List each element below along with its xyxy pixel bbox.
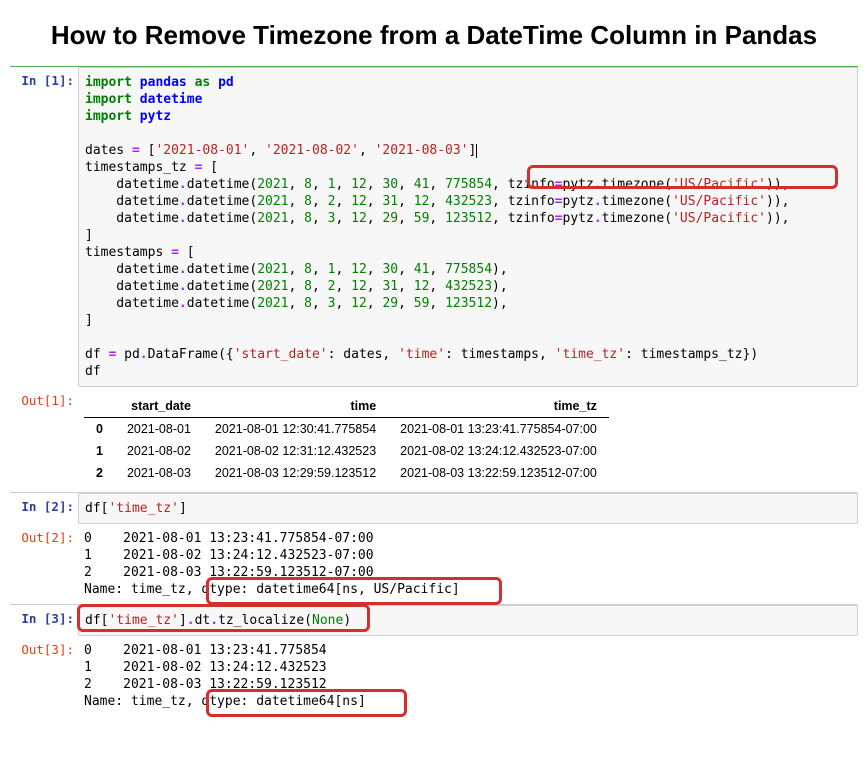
df-header-index xyxy=(84,395,115,418)
code-input-3[interactable]: df['time_tz'].dt.tz_localize(None) xyxy=(78,605,858,636)
cursor-icon xyxy=(476,144,477,158)
code-input-2[interactable]: df['time_tz'] xyxy=(78,493,858,524)
output-2: 0 2021-08-01 13:23:41.775854-07:00 1 202… xyxy=(78,524,858,604)
table-row: 2 2021-08-03 2021-08-03 12:29:59.123512 … xyxy=(84,462,609,484)
cell-1: In [1]: import pandas as pd import datet… xyxy=(10,66,858,387)
out-prompt-1: Out[1]: xyxy=(10,387,78,492)
table-row: 1 2021-08-02 2021-08-02 12:31:12.432523 … xyxy=(84,440,609,462)
in-prompt-1: In [1]: xyxy=(10,67,78,387)
page-title: How to Remove Timezone from a DateTime C… xyxy=(10,20,858,51)
in-prompt-2: In [2]: xyxy=(10,493,78,524)
output-3: 0 2021-08-01 13:23:41.775854 1 2021-08-0… xyxy=(78,636,858,716)
cell-2: In [2]: df['time_tz'] xyxy=(10,492,858,524)
out-prompt-3: Out[3]: xyxy=(10,636,78,716)
cell-3: In [3]: df['time_tz'].dt.tz_localize(Non… xyxy=(10,604,858,636)
code-input-1[interactable]: import pandas as pd import datetime impo… xyxy=(78,67,858,387)
cell-out-2: Out[2]: 0 2021-08-01 13:23:41.775854-07:… xyxy=(10,524,858,604)
df-header-time: time xyxy=(203,395,388,418)
df-header-time-tz: time_tz xyxy=(388,395,609,418)
cell-out-1: Out[1]: start_date time time_tz 0 2021-0… xyxy=(10,387,858,492)
cell-out-3: Out[3]: 0 2021-08-01 13:23:41.775854 1 2… xyxy=(10,636,858,716)
df-header-start-date: start_date xyxy=(115,395,203,418)
in-prompt-3: In [3]: xyxy=(10,605,78,636)
dataframe-output: start_date time time_tz 0 2021-08-01 202… xyxy=(84,395,609,484)
out-prompt-2: Out[2]: xyxy=(10,524,78,604)
table-row: 0 2021-08-01 2021-08-01 12:30:41.775854 … xyxy=(84,418,609,441)
